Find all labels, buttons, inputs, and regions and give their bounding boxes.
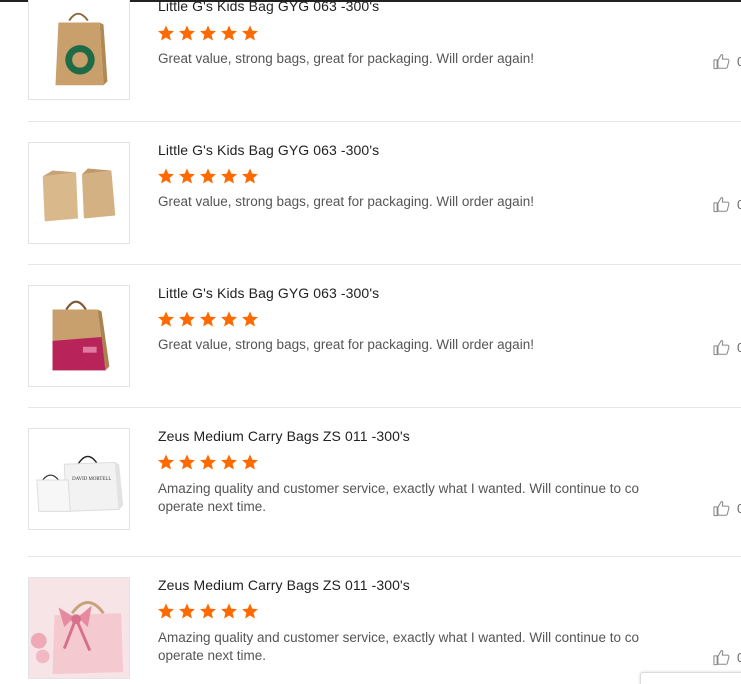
like-count: 0 <box>737 53 741 69</box>
bag-logo-text: DAVID MORTELL <box>72 477 111 482</box>
reviews-page: Little G's Kids Bag GYG 063 -300's Great… <box>0 0 741 684</box>
star-icon <box>200 25 216 41</box>
star-icon <box>158 311 174 327</box>
review-comment: Amazing quality and customer service, ex… <box>158 629 658 665</box>
review-image-kraft-bags[interactable] <box>28 142 130 244</box>
star-icon <box>221 454 237 470</box>
review-divider <box>28 121 741 122</box>
white-carry-bags-image: DAVID MORTELL <box>29 429 129 529</box>
like-button[interactable]: 0 <box>712 647 741 667</box>
review-rating-stars <box>157 167 259 185</box>
pink-gift-bag-ribbon-image <box>29 578 129 678</box>
star-icon <box>200 311 216 327</box>
star-icon <box>242 311 258 327</box>
review-image-kraft-bag[interactable] <box>28 285 130 387</box>
thumbs-up-icon <box>713 500 730 516</box>
star-icon <box>179 168 195 184</box>
review-divider <box>28 264 741 265</box>
star-icon <box>158 168 174 184</box>
review-comment: Great value, strong bags, great for pack… <box>158 194 534 209</box>
like-count: 0 <box>737 500 741 516</box>
star-icon <box>221 603 237 619</box>
thumbs-up-icon <box>713 339 730 355</box>
review-comment: Great value, strong bags, great for pack… <box>158 51 534 66</box>
review-rating-stars <box>157 602 259 620</box>
review-rating-stars <box>157 310 259 328</box>
star-icon <box>242 454 258 470</box>
review-image-gift-bag[interactable] <box>28 577 130 679</box>
review-image-kraft-bag[interactable] <box>28 0 130 100</box>
like-button[interactable]: 0 <box>712 51 741 71</box>
star-icon <box>221 25 237 41</box>
star-icon <box>221 311 237 327</box>
kraft-bag-magenta-band-image <box>29 286 129 386</box>
review-divider <box>28 556 741 557</box>
star-icon <box>200 454 216 470</box>
star-icon <box>242 25 258 41</box>
thumbs-up-icon <box>713 196 730 212</box>
kraft-paper-bags-pair-image <box>29 143 129 243</box>
like-button[interactable]: 0 <box>712 337 741 357</box>
review-product-title[interactable]: Zeus Medium Carry Bags ZS 011 -300's <box>158 577 410 593</box>
review-comment: Amazing quality and customer service, ex… <box>158 480 658 516</box>
review-comment-line: operate next time. <box>158 648 267 663</box>
review-rating-stars <box>157 453 259 471</box>
star-icon <box>179 311 195 327</box>
star-icon <box>158 25 174 41</box>
review-divider <box>28 407 741 408</box>
review-product-title[interactable]: Little G's Kids Bag GYG 063 -300's <box>158 142 379 158</box>
star-icon <box>242 603 258 619</box>
review-comment-line: Amazing quality and customer service, ex… <box>158 481 639 496</box>
star-icon <box>158 454 174 470</box>
review-rating-stars <box>157 24 259 42</box>
thumbs-up-icon <box>713 649 730 665</box>
star-icon <box>221 168 237 184</box>
floating-widget[interactable] <box>640 672 741 684</box>
review-comment-line: operate next time. <box>158 499 267 514</box>
like-count: 0 <box>737 339 741 355</box>
review-product-title[interactable]: Zeus Medium Carry Bags ZS 011 -300's <box>158 428 410 444</box>
like-button[interactable]: 0 <box>712 194 741 214</box>
star-icon <box>242 168 258 184</box>
review-comment-line: Amazing quality and customer service, ex… <box>158 630 639 645</box>
star-icon <box>200 603 216 619</box>
star-icon <box>200 168 216 184</box>
thumbs-up-icon <box>713 53 730 69</box>
review-comment: Great value, strong bags, great for pack… <box>158 337 534 352</box>
star-icon <box>179 603 195 619</box>
like-button[interactable]: 0 <box>712 498 741 518</box>
review-product-title[interactable]: Little G's Kids Bag GYG 063 -300's <box>158 285 379 301</box>
star-icon <box>179 454 195 470</box>
kraft-bag-green-logo-image <box>29 0 129 99</box>
review-product-title[interactable]: Little G's Kids Bag GYG 063 -300's <box>158 0 379 14</box>
like-count: 0 <box>737 196 741 212</box>
like-count: 0 <box>737 649 741 665</box>
star-icon <box>158 603 174 619</box>
review-image-carry-bags[interactable]: DAVID MORTELL <box>28 428 130 530</box>
star-icon <box>179 25 195 41</box>
